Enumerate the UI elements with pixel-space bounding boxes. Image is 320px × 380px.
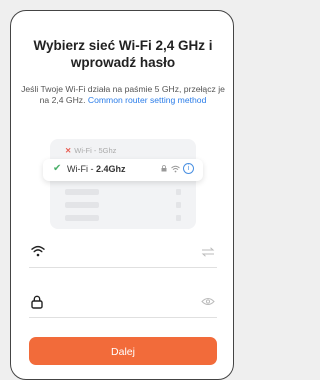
network-24ghz-band: 2.4Ghz: [96, 164, 126, 174]
wifi-name-field[interactable]: [29, 237, 217, 268]
network-24ghz-label: Wi-Fi - 2.4Ghz: [67, 164, 126, 174]
network-5ghz-row: ✕ Wi-Fi - 5Ghz: [65, 146, 116, 155]
password-field[interactable]: [29, 287, 217, 318]
placeholder-network-row: [65, 202, 181, 208]
placeholder-network-row: [65, 189, 181, 195]
cross-icon: ✕: [65, 146, 72, 155]
eye-icon[interactable]: [201, 297, 215, 306]
network-5ghz-label: Wi-Fi - 5Ghz: [74, 146, 117, 155]
page-title: Wybierz sieć Wi-Fi 2,4 GHz i wprowadź ha…: [33, 38, 213, 70]
router-setting-link[interactable]: Common router setting method: [88, 95, 206, 105]
lock-icon: [161, 165, 167, 172]
checkmark-icon: ✔: [53, 163, 62, 174]
lock-icon: [31, 295, 43, 309]
network-24ghz-prefix: Wi-Fi -: [67, 164, 96, 174]
dialog-card: Wybierz sieć Wi-Fi 2,4 GHz i wprowadź ha…: [10, 10, 234, 380]
wifi-signal-icon: [171, 165, 180, 173]
network-24ghz-row: ✔ Wi-Fi - 2.4Ghz i: [43, 159, 203, 181]
next-button[interactable]: Dalej: [29, 337, 217, 365]
wifi-illustration: ✕ Wi-Fi - 5Ghz ✔ Wi-Fi - 2.4Ghz i: [43, 139, 203, 229]
placeholder-network-row: [65, 215, 181, 221]
wifi-icon: [31, 245, 45, 257]
info-icon: i: [183, 163, 194, 174]
switch-network-icon[interactable]: [201, 247, 215, 257]
description: Jeśli Twoje Wi-Fi działa na paśmie 5 GHz…: [21, 84, 225, 106]
